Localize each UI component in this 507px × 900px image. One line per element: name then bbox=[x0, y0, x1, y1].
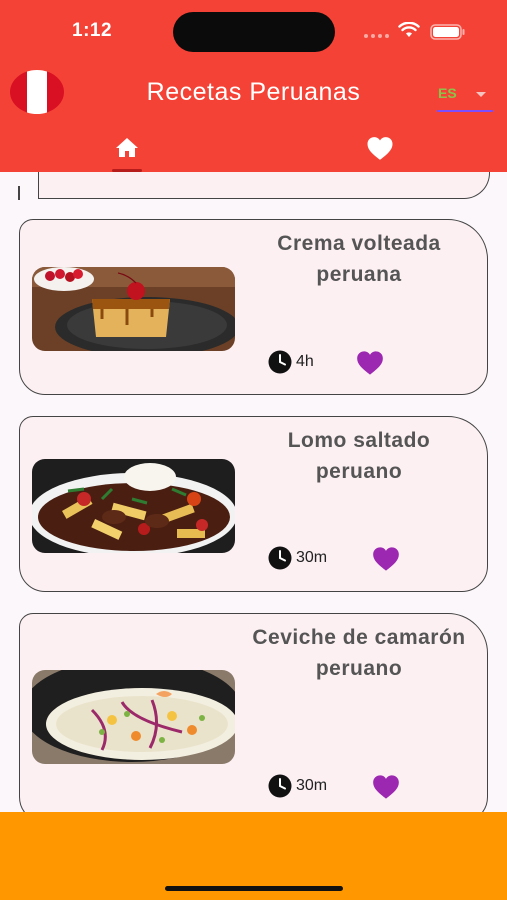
recipe-title: Ceviche de camarón peruano bbox=[252, 626, 466, 680]
home-indicator bbox=[165, 886, 343, 891]
bottom-bar bbox=[0, 812, 507, 900]
cook-time: 30m bbox=[268, 546, 327, 570]
cook-time-text: 30m bbox=[296, 777, 328, 794]
card-edge bbox=[18, 186, 20, 200]
dropdown-arrow-icon bbox=[476, 92, 486, 97]
ceviche-photo bbox=[32, 670, 235, 764]
recipe-card-partial[interactable] bbox=[38, 172, 490, 199]
favorite-heart-icon[interactable] bbox=[356, 350, 384, 376]
app-title: Recetas Peruanas bbox=[146, 78, 361, 106]
signal-icon bbox=[364, 25, 392, 43]
tab-favorites[interactable] bbox=[253, 124, 506, 172]
recipe-list[interactable]: Crema volteada peruana 4h Lomo saltado p… bbox=[0, 172, 507, 812]
recipe-card[interactable]: Ceviche de camarón peruano 30m bbox=[19, 613, 488, 812]
battery-icon bbox=[430, 24, 465, 40]
cook-time-text: 4h bbox=[296, 353, 314, 370]
status-time: 1:12 bbox=[72, 20, 113, 41]
recipe-title: Crema volteada peruana bbox=[277, 232, 441, 286]
lomo-saltado-photo bbox=[32, 459, 235, 553]
cook-time: 30m bbox=[268, 774, 327, 798]
language-value: ES bbox=[438, 85, 457, 101]
dynamic-island bbox=[173, 12, 335, 52]
status-bar: 1:12 bbox=[0, 0, 507, 60]
home-icon bbox=[115, 138, 138, 157]
app-header: 1:12 Recetas Peruanas ES bbox=[0, 0, 507, 172]
wifi-icon bbox=[398, 22, 420, 37]
clock-icon bbox=[268, 774, 292, 798]
app-bar: Recetas Peruanas ES bbox=[0, 60, 507, 124]
flan-dessert-photo bbox=[32, 267, 235, 351]
clock-icon bbox=[268, 546, 292, 570]
recipe-card[interactable]: Crema volteada peruana 4h bbox=[19, 219, 488, 395]
tab-home[interactable] bbox=[0, 124, 253, 172]
favorite-heart-icon[interactable] bbox=[372, 546, 400, 572]
cook-time: 4h bbox=[268, 350, 314, 374]
favorite-heart-icon[interactable] bbox=[372, 774, 400, 800]
heart-icon bbox=[367, 136, 392, 160]
recipe-card[interactable]: Lomo saltado peruano 30m bbox=[19, 416, 488, 592]
cook-time-text: 30m bbox=[296, 549, 328, 566]
tab-bar bbox=[0, 124, 507, 172]
clock-icon bbox=[268, 350, 292, 374]
language-dropdown[interactable]: ES bbox=[437, 82, 493, 112]
recipe-title: Lomo saltado peruano bbox=[287, 429, 431, 483]
